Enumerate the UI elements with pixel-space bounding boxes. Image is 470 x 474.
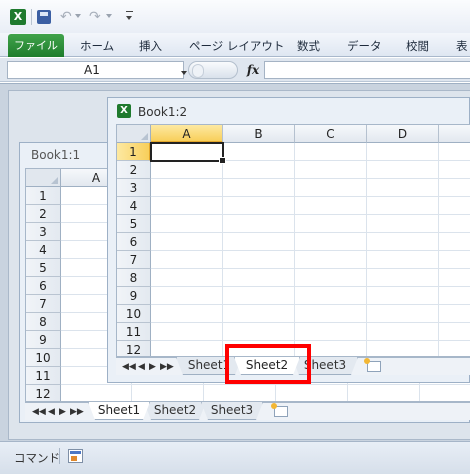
- column-header[interactable]: D: [367, 125, 439, 143]
- row-header[interactable]: 11: [117, 323, 151, 341]
- name-box-dropdown-icon[interactable]: [181, 71, 187, 75]
- row-header[interactable]: 6: [117, 233, 151, 251]
- row-header[interactable]: 12: [117, 341, 151, 356]
- gridline: [151, 286, 470, 287]
- tab-review[interactable]: 校閲: [406, 38, 429, 54]
- record-macro-icon[interactable]: [68, 449, 83, 463]
- next-sheet-icon[interactable]: ▶: [59, 407, 66, 417]
- undo-icon[interactable]: ↶: [60, 10, 74, 24]
- insert-function-icon[interactable]: fx: [243, 61, 263, 79]
- row-header[interactable]: 4: [117, 197, 151, 215]
- gridline: [151, 322, 470, 323]
- row-header[interactable]: 2: [26, 205, 61, 223]
- window-title: Book1:1: [31, 148, 81, 162]
- first-sheet-icon[interactable]: ◀◀: [122, 362, 136, 372]
- gridline: [366, 143, 367, 356]
- next-sheet-icon[interactable]: ▶: [149, 362, 156, 372]
- row-header[interactable]: 7: [117, 251, 151, 269]
- row-header[interactable]: 3: [117, 179, 151, 197]
- row-header[interactable]: 10: [117, 305, 151, 323]
- column-header[interactable]: A: [151, 125, 223, 143]
- gridline: [222, 143, 223, 356]
- sheet-tab[interactable]: Sheet2: [144, 402, 206, 420]
- sheet-tab-bar: ◀◀ ◀ ▶ ▶▶ Sheet1 Sheet2 Sheet3: [116, 357, 470, 375]
- row-header[interactable]: 4: [26, 241, 61, 259]
- sheet-tab-bar: ◀◀ ◀ ▶ ▶▶ Sheet1 Sheet2 Sheet3: [25, 402, 470, 420]
- gridline: [438, 143, 439, 356]
- prev-sheet-icon[interactable]: ◀: [138, 362, 145, 372]
- select-all-corner[interactable]: [26, 169, 61, 187]
- select-all-corner[interactable]: [117, 125, 151, 143]
- row-header[interactable]: 10: [26, 349, 61, 367]
- gridline: [151, 340, 470, 341]
- tab-data[interactable]: データ: [347, 38, 382, 54]
- save-icon[interactable]: [37, 10, 51, 24]
- row-header[interactable]: 5: [26, 259, 61, 277]
- gridline: [151, 268, 470, 269]
- sheet-tab[interactable]: Sheet1: [88, 402, 150, 420]
- name-box-value: A1: [84, 63, 100, 77]
- column-header[interactable]: C: [295, 125, 367, 143]
- quick-access-toolbar: X ↶ ↷: [0, 0, 470, 33]
- row-header[interactable]: 8: [26, 313, 61, 331]
- ribbon-tabs: ファイル ホーム 挿入 ページ レイアウト 数式 データ 校閲 表: [0, 33, 470, 57]
- status-mode: コマンド: [14, 451, 60, 465]
- tab-file[interactable]: ファイル: [8, 34, 64, 57]
- status-bar: コマンド: [0, 441, 470, 474]
- redo-icon[interactable]: ↷: [89, 10, 103, 24]
- tab-view[interactable]: 表: [456, 38, 468, 54]
- status-separator: [59, 448, 60, 464]
- row-header[interactable]: 9: [26, 331, 61, 349]
- undo-dropdown-icon[interactable]: [75, 14, 81, 18]
- first-sheet-icon[interactable]: ◀◀: [32, 407, 46, 417]
- insert-sheet-icon[interactable]: [364, 358, 381, 372]
- last-sheet-icon[interactable]: ▶▶: [70, 407, 84, 417]
- gridline: [61, 384, 470, 385]
- prev-sheet-icon[interactable]: ◀: [48, 407, 55, 417]
- formula-input[interactable]: [264, 61, 470, 79]
- last-sheet-icon[interactable]: ▶▶: [160, 362, 174, 372]
- row-header[interactable]: 9: [117, 287, 151, 305]
- formula-bar: A1 fx: [0, 58, 470, 82]
- tab-page-layout[interactable]: ページ レイアウト: [189, 38, 284, 54]
- window-book1-2[interactable]: X Book1:2 A B C D 1 2 3 4 5 6 7 8 9 10 11 12 ◀◀ ◀ ▶…: [107, 97, 470, 383]
- column-header[interactable]: B: [223, 125, 295, 143]
- row-header[interactable]: 3: [26, 223, 61, 241]
- customize-icon[interactable]: [125, 11, 134, 23]
- row-header[interactable]: 5: [117, 215, 151, 233]
- column-header-partial[interactable]: [439, 125, 470, 143]
- gridline: [294, 143, 295, 356]
- gridline: [151, 178, 470, 179]
- tab-formulas[interactable]: 数式: [297, 38, 320, 54]
- sheet-tab[interactable]: Sheet2: [234, 357, 300, 375]
- excel-icon[interactable]: X: [10, 9, 26, 25]
- row-header[interactable]: 1: [26, 187, 61, 205]
- tab-insert[interactable]: 挿入: [139, 38, 162, 54]
- active-cell[interactable]: [150, 142, 226, 164]
- gridline: [151, 232, 470, 233]
- gridline: [151, 250, 470, 251]
- gridline: [151, 304, 470, 305]
- tab-home[interactable]: ホーム: [80, 38, 114, 54]
- toolbar-separator: [31, 9, 32, 25]
- formula-buttons[interactable]: [188, 61, 238, 79]
- row-header[interactable]: 1: [117, 143, 151, 161]
- gridline: [151, 196, 470, 197]
- row-header[interactable]: 8: [117, 269, 151, 287]
- row-header[interactable]: 11: [26, 367, 61, 385]
- row-header[interactable]: 12: [26, 385, 61, 401]
- gridline: [151, 214, 470, 215]
- row-header[interactable]: 6: [26, 277, 61, 295]
- name-box[interactable]: A1: [7, 61, 187, 79]
- window-title: Book1:2: [138, 105, 188, 119]
- worksheet-grid[interactable]: A B C D 1 2 3 4 5 6 7 8 9 10 11 12: [116, 124, 470, 357]
- excel-doc-icon: X: [117, 104, 131, 118]
- row-header[interactable]: 7: [26, 295, 61, 313]
- redo-dropdown-icon[interactable]: [106, 14, 112, 18]
- insert-sheet-icon[interactable]: [271, 403, 288, 417]
- sheet-tab[interactable]: Sheet3: [201, 402, 263, 420]
- row-header[interactable]: 2: [117, 161, 151, 179]
